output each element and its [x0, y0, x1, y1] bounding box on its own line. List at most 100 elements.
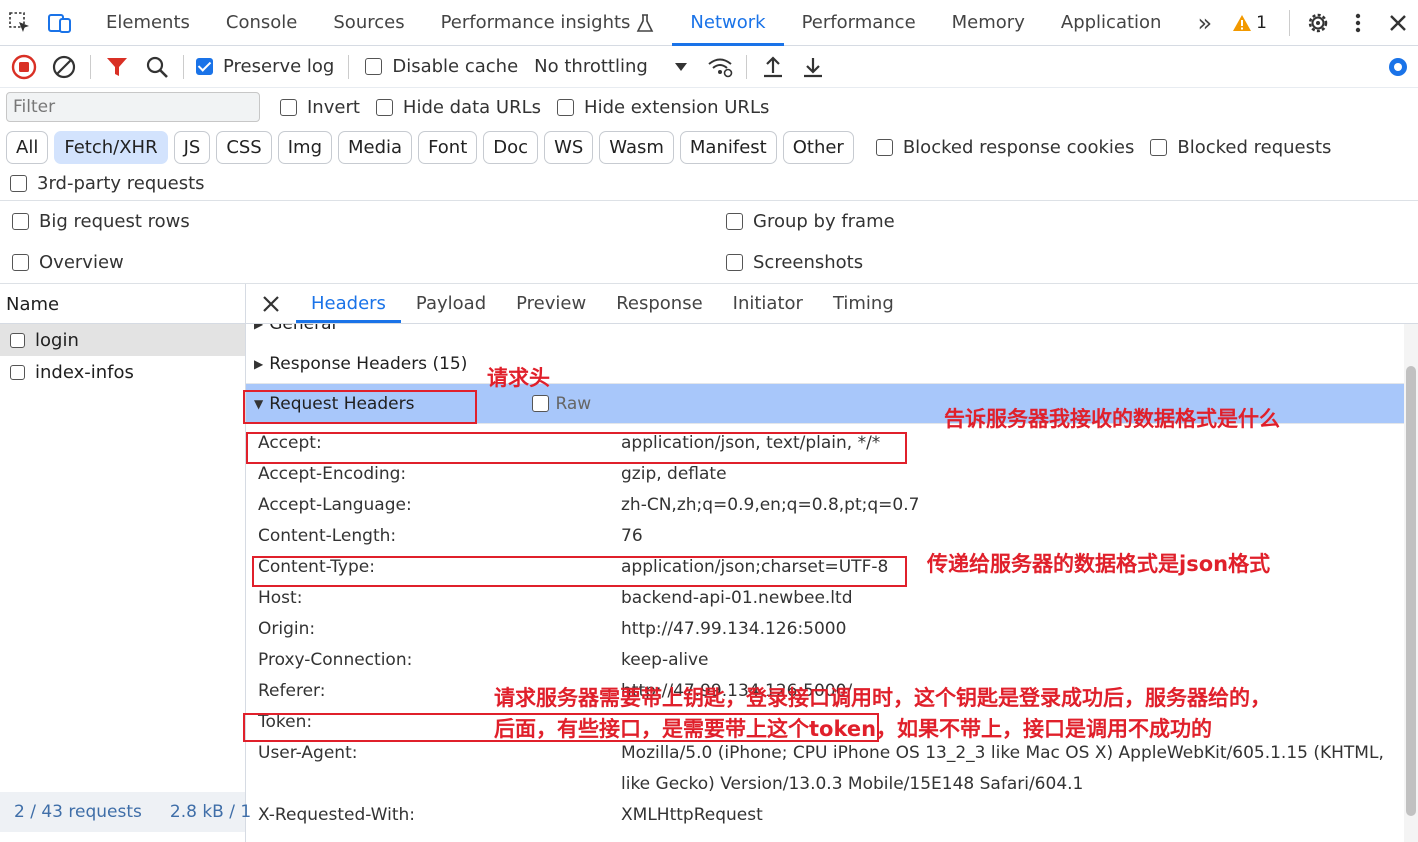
- disable-cache-label: Disable cache: [392, 56, 519, 77]
- tab-application[interactable]: Application: [1043, 0, 1180, 46]
- tab-memory[interactable]: Memory: [934, 0, 1043, 46]
- clear-icon[interactable]: [44, 46, 84, 88]
- preserve-log-box[interactable]: [196, 58, 213, 75]
- chip-js[interactable]: JS: [173, 130, 211, 164]
- tab-headers[interactable]: Headers: [296, 284, 401, 323]
- overview-box[interactable]: [12, 254, 29, 271]
- raw-label: Raw: [555, 393, 592, 414]
- raw-box[interactable]: [532, 395, 550, 412]
- hide-extension-urls-label: Hide extension URLs: [584, 96, 770, 118]
- tab-response[interactable]: Response: [601, 284, 717, 323]
- group-by-frame-box[interactable]: [726, 213, 743, 230]
- header-name: Origin:: [258, 619, 316, 639]
- request-list: Name login index-infos 2 / 43 requests 2…: [0, 284, 251, 842]
- export-har-icon[interactable]: [793, 46, 833, 88]
- detail-scrollbar-thumb[interactable]: [1406, 366, 1416, 816]
- flask-icon: [637, 13, 654, 32]
- annotation-accept: 告诉服务器我接收的数据格式是什么: [944, 407, 1280, 431]
- big-rows-box[interactable]: [12, 213, 29, 230]
- chip-wasm[interactable]: Wasm: [599, 130, 674, 164]
- screenshots-checkbox[interactable]: Screenshots: [726, 252, 863, 273]
- disable-cache-checkbox[interactable]: Disable cache: [365, 56, 518, 77]
- disable-cache-box[interactable]: [365, 58, 383, 75]
- chip-fetch-xhr[interactable]: Fetch/XHR: [54, 130, 168, 164]
- chip-font[interactable]: Font: [418, 130, 478, 164]
- invert-box[interactable]: [280, 98, 297, 116]
- hide-extension-urls-checkbox[interactable]: Hide extension URLs: [557, 97, 769, 118]
- filter-input[interactable]: Filter: [6, 92, 260, 122]
- tab-performance-insights[interactable]: Performance insights: [423, 0, 673, 46]
- screenshots-box[interactable]: [726, 254, 743, 271]
- request-row-login[interactable]: login: [0, 324, 245, 356]
- tab-performance[interactable]: Performance: [784, 0, 934, 46]
- tab-performance-insights-label: Performance insights: [440, 12, 631, 33]
- chip-all[interactable]: All: [6, 130, 49, 164]
- general-section-clip: ▶ General: [246, 324, 1418, 344]
- response-headers-section[interactable]: ▶ Response Headers (15): [246, 344, 1406, 384]
- chip-other[interactable]: Other: [782, 130, 854, 164]
- network-conditions-icon[interactable]: [700, 46, 740, 88]
- third-party-checkbox[interactable]: 3rd-party requests: [10, 173, 205, 194]
- chip-ws[interactable]: WS: [544, 130, 594, 164]
- settings-gear-icon[interactable]: [1298, 0, 1338, 46]
- tab-preview[interactable]: Preview: [501, 284, 601, 323]
- general-section[interactable]: ▶ General: [246, 324, 1406, 344]
- group-by-frame-checkbox[interactable]: Group by frame: [726, 211, 895, 232]
- warning-icon: [1233, 15, 1252, 31]
- raw-checkbox[interactable]: Raw: [532, 394, 591, 414]
- blocked-cookies-checkbox[interactable]: Blocked response cookies: [875, 137, 1134, 158]
- request-type-icon: [10, 332, 25, 348]
- separator: [183, 54, 184, 79]
- header-name: Content-Length:: [258, 526, 397, 546]
- chip-doc[interactable]: Doc: [483, 130, 539, 164]
- expand-triangle-icon: ▶: [254, 324, 264, 331]
- chip-css[interactable]: CSS: [216, 130, 272, 164]
- invert-checkbox[interactable]: Invert: [280, 97, 360, 118]
- throttling-select[interactable]: No throttling: [534, 56, 688, 77]
- chip-media[interactable]: Media: [338, 130, 413, 164]
- header-row: Proxy-Connection: keep-alive: [246, 645, 1418, 676]
- stop-recording-icon[interactable]: [4, 46, 44, 88]
- search-icon[interactable]: [137, 46, 177, 88]
- preserve-log-checkbox[interactable]: Preserve log: [196, 56, 334, 77]
- device-toggle-icon[interactable]: [40, 0, 80, 46]
- hide-data-urls-box[interactable]: [375, 98, 393, 116]
- tab-initiator[interactable]: Initiator: [718, 284, 818, 323]
- tab-payload[interactable]: Payload: [401, 284, 501, 323]
- tab-timing[interactable]: Timing: [818, 284, 909, 323]
- warning-badge[interactable]: 1: [1232, 13, 1267, 33]
- hide-extension-urls-box[interactable]: [557, 98, 575, 116]
- header-row: Host: backend-api-01.newbee.ltd: [246, 583, 1418, 614]
- big-rows-checkbox[interactable]: Big request rows: [12, 211, 190, 232]
- warning-count: 1: [1256, 13, 1267, 33]
- close-devtools-icon[interactable]: [1378, 0, 1418, 46]
- header-row: X-Requested-With: XMLHttpRequest: [246, 800, 1418, 831]
- chip-img[interactable]: Img: [277, 130, 333, 164]
- annotation-token-line2: 后面，有些接口，是需要带上这个token，如果不带上，接口是调用不成功的: [494, 717, 1213, 741]
- panel-tabs: Elements Console Sources Performance ins…: [88, 0, 1230, 46]
- inspect-element-icon[interactable]: [0, 0, 40, 46]
- third-party-label: 3rd-party requests: [37, 172, 205, 194]
- blocked-cookies-box[interactable]: [875, 138, 893, 156]
- chip-manifest[interactable]: Manifest: [679, 130, 777, 164]
- more-options-icon[interactable]: [1338, 0, 1378, 46]
- import-har-icon[interactable]: [753, 46, 793, 88]
- request-row-index-infos[interactable]: index-infos: [0, 356, 245, 388]
- filter-funnel-icon[interactable]: [97, 46, 137, 88]
- header-value: keep-alive: [621, 650, 709, 670]
- more-tabs-icon[interactable]: »: [1179, 0, 1230, 46]
- annotation-request-header: 请求头: [487, 366, 550, 390]
- tab-network[interactable]: Network: [672, 0, 784, 46]
- header-name: Host:: [258, 588, 303, 608]
- blocked-requests-box[interactable]: [1150, 138, 1168, 156]
- overview-checkbox[interactable]: Overview: [12, 252, 124, 273]
- third-party-box[interactable]: [10, 174, 27, 192]
- close-detail-icon[interactable]: [246, 284, 296, 323]
- tab-console[interactable]: Console: [208, 0, 315, 46]
- hide-data-urls-checkbox[interactable]: Hide data URLs: [375, 97, 541, 118]
- name-column-header[interactable]: Name: [0, 284, 245, 324]
- blocked-requests-checkbox[interactable]: Blocked requests: [1150, 137, 1331, 158]
- network-settings-gear-icon[interactable]: [1378, 46, 1418, 88]
- tab-elements[interactable]: Elements: [88, 0, 208, 46]
- tab-sources[interactable]: Sources: [315, 0, 422, 46]
